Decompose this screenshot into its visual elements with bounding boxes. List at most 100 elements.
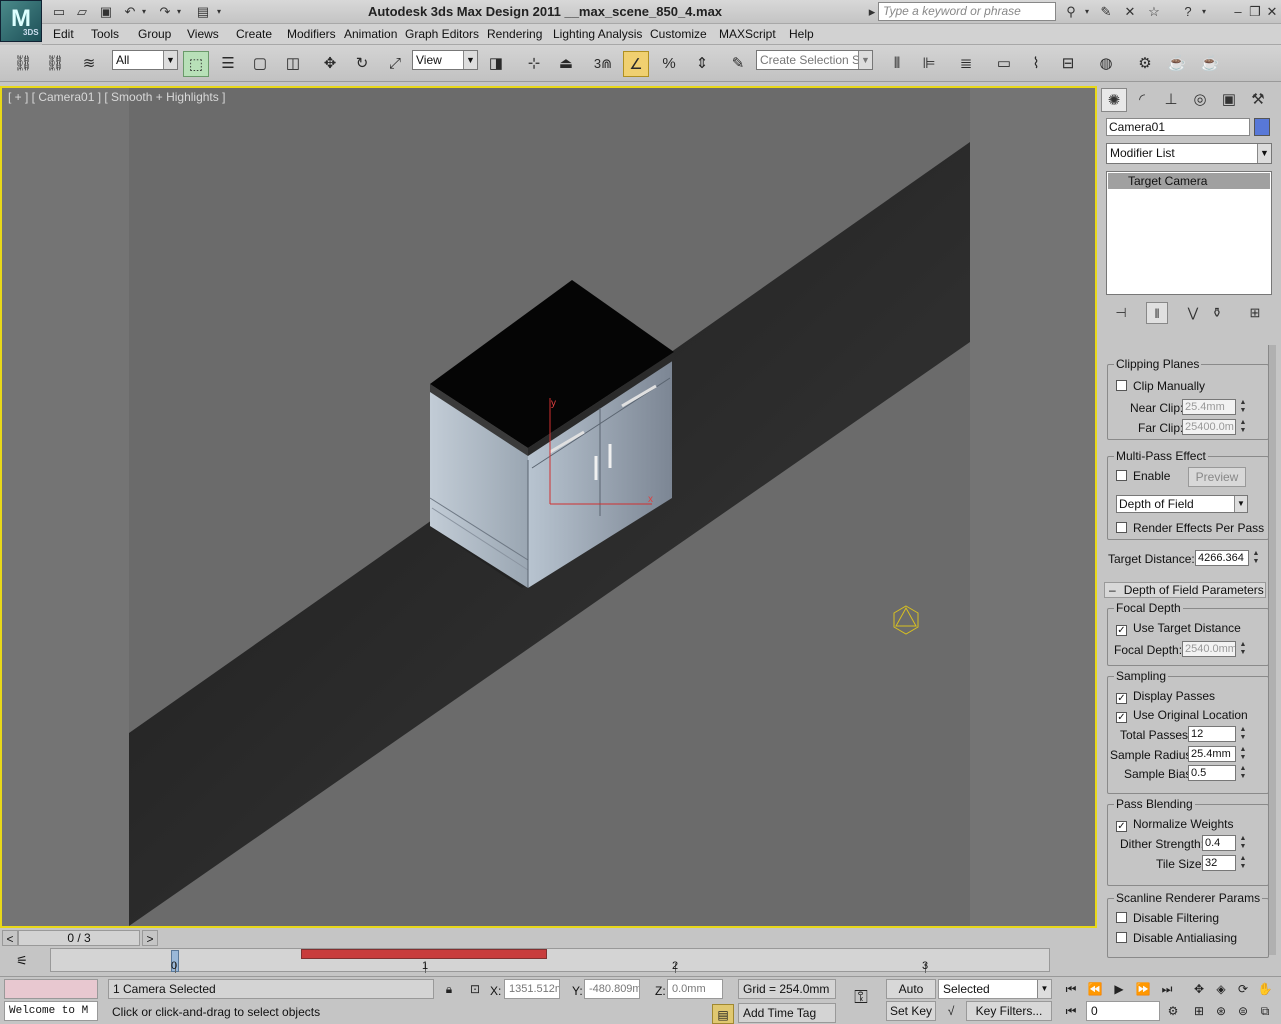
time-slider-thumb[interactable]: 0 / 3 [18, 930, 140, 946]
window-crossing-icon[interactable]: ◫ [280, 51, 306, 77]
spinner-arrows-icon[interactable]: ▲ ▼ [1238, 746, 1248, 762]
redo-icon[interactable]: ↷ [156, 3, 174, 20]
effect-dropdown[interactable]: Depth of Field ▼ [1116, 495, 1248, 513]
subscription-icon[interactable]: ✎ [1096, 3, 1116, 20]
render-effects-checkbox[interactable]: Render Effects Per Pass [1116, 521, 1264, 535]
menu-customize[interactable]: Customize [650, 27, 707, 41]
play-icon[interactable]: ▶ [1108, 979, 1130, 999]
spinner-arrows-icon[interactable]: ▲ ▼ [1238, 419, 1248, 435]
total-passes-spinner[interactable]: 12 [1188, 726, 1236, 742]
snaps-toggle-icon[interactable]: 3⋒ [590, 51, 616, 77]
redo-dropdown-icon[interactable]: ▾ [174, 3, 184, 20]
rectangular-region-icon[interactable]: ▢ [247, 51, 273, 77]
roll-icon[interactable]: ⊜ [1232, 1001, 1254, 1021]
configure-sets-icon[interactable]: ⊞ [1244, 302, 1266, 324]
graphite-ribbon-icon[interactable]: ▭ [991, 51, 1017, 77]
undo-icon[interactable]: ↶ [121, 3, 139, 20]
dither-strength-spinner[interactable]: 0.4 [1202, 835, 1236, 851]
unlink-icon[interactable]: ⛓ [42, 51, 68, 77]
menu-group[interactable]: Group [138, 27, 171, 41]
layer-manager-icon[interactable]: ≣ [953, 51, 979, 77]
pin-stack-icon[interactable]: ⊣ [1110, 302, 1132, 324]
lock-selection-icon[interactable]: 🔒︎ [438, 979, 460, 999]
previous-frame-icon[interactable]: ⏪ [1084, 979, 1106, 999]
spinner-snap-icon[interactable]: ⇕ [689, 51, 715, 77]
show-end-result-icon[interactable]: ‖ [1146, 302, 1168, 324]
move-icon[interactable]: ✥ [317, 51, 343, 77]
tile-size-spinner[interactable]: 32 [1202, 855, 1236, 871]
new-icon[interactable]: ▭ [50, 3, 68, 20]
spinner-arrows-icon[interactable]: ▲ ▼ [1251, 550, 1261, 566]
percent-snap-icon[interactable]: % [656, 51, 682, 77]
render-production-icon[interactable]: ☕ [1197, 51, 1223, 77]
create-tab-icon[interactable]: ✺ [1101, 88, 1127, 112]
project-folder-icon[interactable]: ▤ [194, 3, 212, 20]
render-setup-icon[interactable]: ⚙ [1132, 51, 1158, 77]
zoom-icon[interactable]: ✥ [1188, 979, 1210, 999]
spinner-arrows-icon[interactable]: ▲ ▼ [1238, 765, 1248, 781]
orbit-icon[interactable]: ⊛ [1210, 1001, 1232, 1021]
quick-access-dropdown-icon[interactable]: ▾ [214, 3, 224, 20]
dof-parameters-header[interactable]: – Depth of Field Parameters [1104, 582, 1266, 598]
time-slider-next-button[interactable]: > [142, 930, 158, 946]
near-clip-spinner[interactable]: 25.4mm [1182, 399, 1236, 415]
time-tag-icon[interactable]: ▤ [712, 1004, 734, 1024]
time-configuration-icon[interactable]: ⚙ [1162, 1001, 1184, 1021]
object-color-swatch[interactable] [1254, 118, 1270, 136]
spinner-arrows-icon[interactable]: ▲ ▼ [1238, 641, 1248, 657]
rendered-frame-window-icon[interactable]: ☕ [1164, 51, 1190, 77]
focal-depth-spinner[interactable]: 2540.0mm [1182, 641, 1236, 657]
disable-filtering-checkbox[interactable]: Disable Filtering [1116, 911, 1219, 925]
absolute-mode-icon[interactable]: ⊡ [464, 979, 486, 999]
key-filters-button[interactable]: Key Filters... [966, 1001, 1052, 1021]
pivot-center-icon[interactable]: ◨ [483, 51, 509, 77]
named-selection-dropdown[interactable]: Create Selection Se ▼ [756, 50, 873, 70]
menu-lighting-analysis[interactable]: Lighting Analysis [553, 27, 642, 41]
spinner-arrows-icon[interactable]: ▲ ▼ [1238, 399, 1248, 415]
binoculars-icon[interactable]: ⚲ [1061, 3, 1081, 20]
field-of-view-icon[interactable]: ⟳ [1232, 979, 1254, 999]
open-icon[interactable]: ▱ [73, 3, 91, 20]
time-slider-prev-button[interactable]: < [2, 930, 18, 946]
zoom-all-icon[interactable]: ◈ [1210, 979, 1232, 999]
pan-icon[interactable]: ✋ [1254, 979, 1276, 999]
sample-bias-spinner[interactable]: 0.5 [1188, 765, 1236, 781]
select-object-icon[interactable]: ⬚ [183, 51, 209, 77]
go-to-start-icon[interactable]: ⏮ [1060, 979, 1082, 999]
align-icon[interactable]: ⊫ [916, 51, 942, 77]
track-bar[interactable]: ⚟ 0 1 2 3 [0, 948, 1097, 976]
spinner-arrows-icon[interactable]: ▲ ▼ [1238, 726, 1248, 742]
filter-icon[interactable]: ⚟ [10, 952, 34, 970]
help-icon[interactable]: ? [1178, 3, 1198, 20]
keyframe-range[interactable] [301, 949, 547, 959]
search-dropdown-icon[interactable]: ▾ [1083, 3, 1091, 20]
menu-modifiers[interactable]: Modifiers [287, 27, 336, 41]
preview-button[interactable]: Preview [1188, 467, 1246, 487]
normalize-weights-checkbox[interactable]: ✓ Normalize Weights [1116, 817, 1233, 832]
search-input[interactable]: Type a keyword or phrase [878, 2, 1056, 21]
app-logo[interactable]: M 3DS [0, 0, 42, 42]
select-by-name-icon[interactable]: ☰ [215, 51, 241, 77]
keyboard-shortcut-override-icon[interactable]: ⏏ [553, 51, 579, 77]
scale-icon[interactable]: ⤢ [382, 51, 408, 77]
menu-tools[interactable]: Tools [91, 27, 119, 41]
set-key-key-icon[interactable]: ⚿ [846, 987, 876, 1007]
menu-create[interactable]: Create [236, 27, 272, 41]
menu-views[interactable]: Views [187, 27, 219, 41]
maximize-viewport-icon[interactable]: ⧉ [1254, 1001, 1276, 1021]
object-name-field[interactable]: Camera01 [1106, 118, 1250, 136]
stack-item-target-camera[interactable]: Target Camera [1108, 173, 1270, 189]
multipass-enable-checkbox[interactable]: Enable [1116, 469, 1170, 483]
remove-modifier-icon[interactable]: ⚱ [1206, 302, 1228, 324]
clip-manually-checkbox[interactable]: Clip Manually [1116, 379, 1205, 393]
sample-radius-spinner[interactable]: 25.4mm [1188, 746, 1236, 762]
menu-help[interactable]: Help [789, 27, 814, 41]
auto-key-button[interactable]: Auto Key [886, 979, 936, 1014]
use-original-location-checkbox[interactable]: ✓ Use Original Location [1116, 708, 1248, 723]
command-panel-scrollbar[interactable] [1268, 345, 1276, 955]
track-area[interactable]: 0 1 2 3 [50, 948, 1050, 973]
x-coordinate-field[interactable]: 1351.512m [504, 979, 560, 999]
favorites-icon[interactable]: ☆ [1144, 3, 1164, 20]
hierarchy-tab-icon[interactable]: ⊥ [1158, 88, 1184, 112]
target-distance-spinner[interactable]: 4266.364 [1195, 550, 1249, 566]
